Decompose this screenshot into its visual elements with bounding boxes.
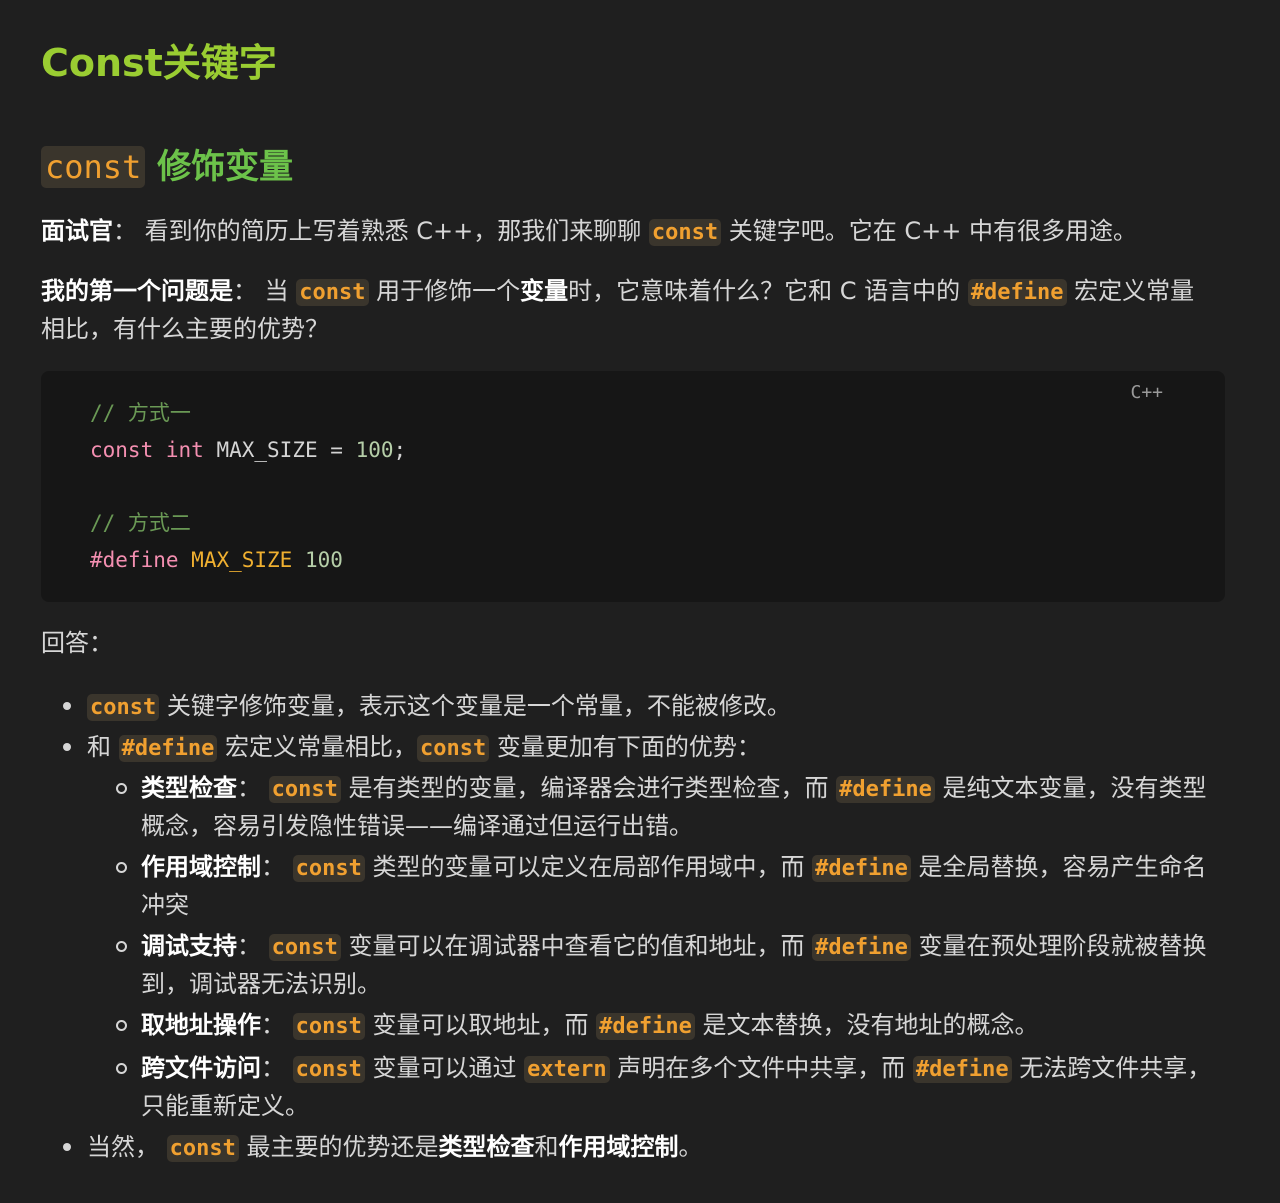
- sub-list-item: 取地址操作： const 变量可以取地址，而 #define 是文本替换，没有地…: [41, 1007, 1226, 1045]
- question-paragraph: 我的第一个问题是： 当 const 用于修饰一个变量时，它意味着什么？它和 C …: [41, 277, 1195, 343]
- list-item: const 关键字修饰变量，表示这个变量是一个常量，不能被修改。: [41, 688, 1226, 726]
- code-comment: // 方式一: [90, 401, 191, 425]
- list-item: 和 #define 宏定义常量相比， const 变量更加有下面的优势： 类型检查…: [41, 729, 1226, 1124]
- code-block: C++ // 方式一 const int MAX_SIZE = 100; // …: [41, 371, 1225, 602]
- code-language-label: C++: [1130, 382, 1163, 403]
- sub-list-item: 类型检查： const 是有类型的变量，编译器会进行类型检查，而 #define…: [41, 770, 1226, 844]
- sub-list: 类型检查： const 是有类型的变量，编译器会进行类型检查，而 #define…: [87, 770, 1226, 1124]
- answer-list: const 关键字修饰变量，表示这个变量是一个常量，不能被修改。 和 #defi…: [41, 688, 1226, 1170]
- inline-code: const: [296, 279, 369, 306]
- interviewer-label: 面试官: [41, 217, 113, 245]
- interviewer-paragraph: 面试官： 看到你的简历上写着熟悉 C++，那我们来聊聊 const 关键字吧。它…: [41, 217, 1137, 246]
- code-content: // 方式一 const int MAX_SIZE = 100; // 方式二 …: [90, 401, 407, 572]
- list-item: 当然， const 最主要的优势还是类型检查和作用域控制。: [41, 1129, 1226, 1167]
- question-label: 我的第一个问题是: [41, 277, 233, 305]
- sub-list-item: 作用域控制： const 类型的变量可以定义在局部作用域中，而 #define …: [41, 849, 1226, 923]
- inline-code: #define: [967, 279, 1067, 306]
- heading-text: 修饰变量: [157, 147, 294, 187]
- heading-code: const: [41, 146, 146, 188]
- answer-label: 回答：: [41, 629, 113, 657]
- sub-list-item: 调试支持： const 变量可以在调试器中查看它的值和地址，而 #define …: [41, 928, 1226, 1002]
- code-comment: // 方式二: [90, 511, 191, 536]
- section-heading: const 修饰变量: [41, 143, 293, 191]
- inline-code: const: [648, 219, 722, 246]
- sub-list-item: 跨文件访问： const 变量可以通过 extern 声明在多个文件中共享，而 …: [41, 1050, 1226, 1124]
- page-title: Const关键字: [41, 41, 277, 85]
